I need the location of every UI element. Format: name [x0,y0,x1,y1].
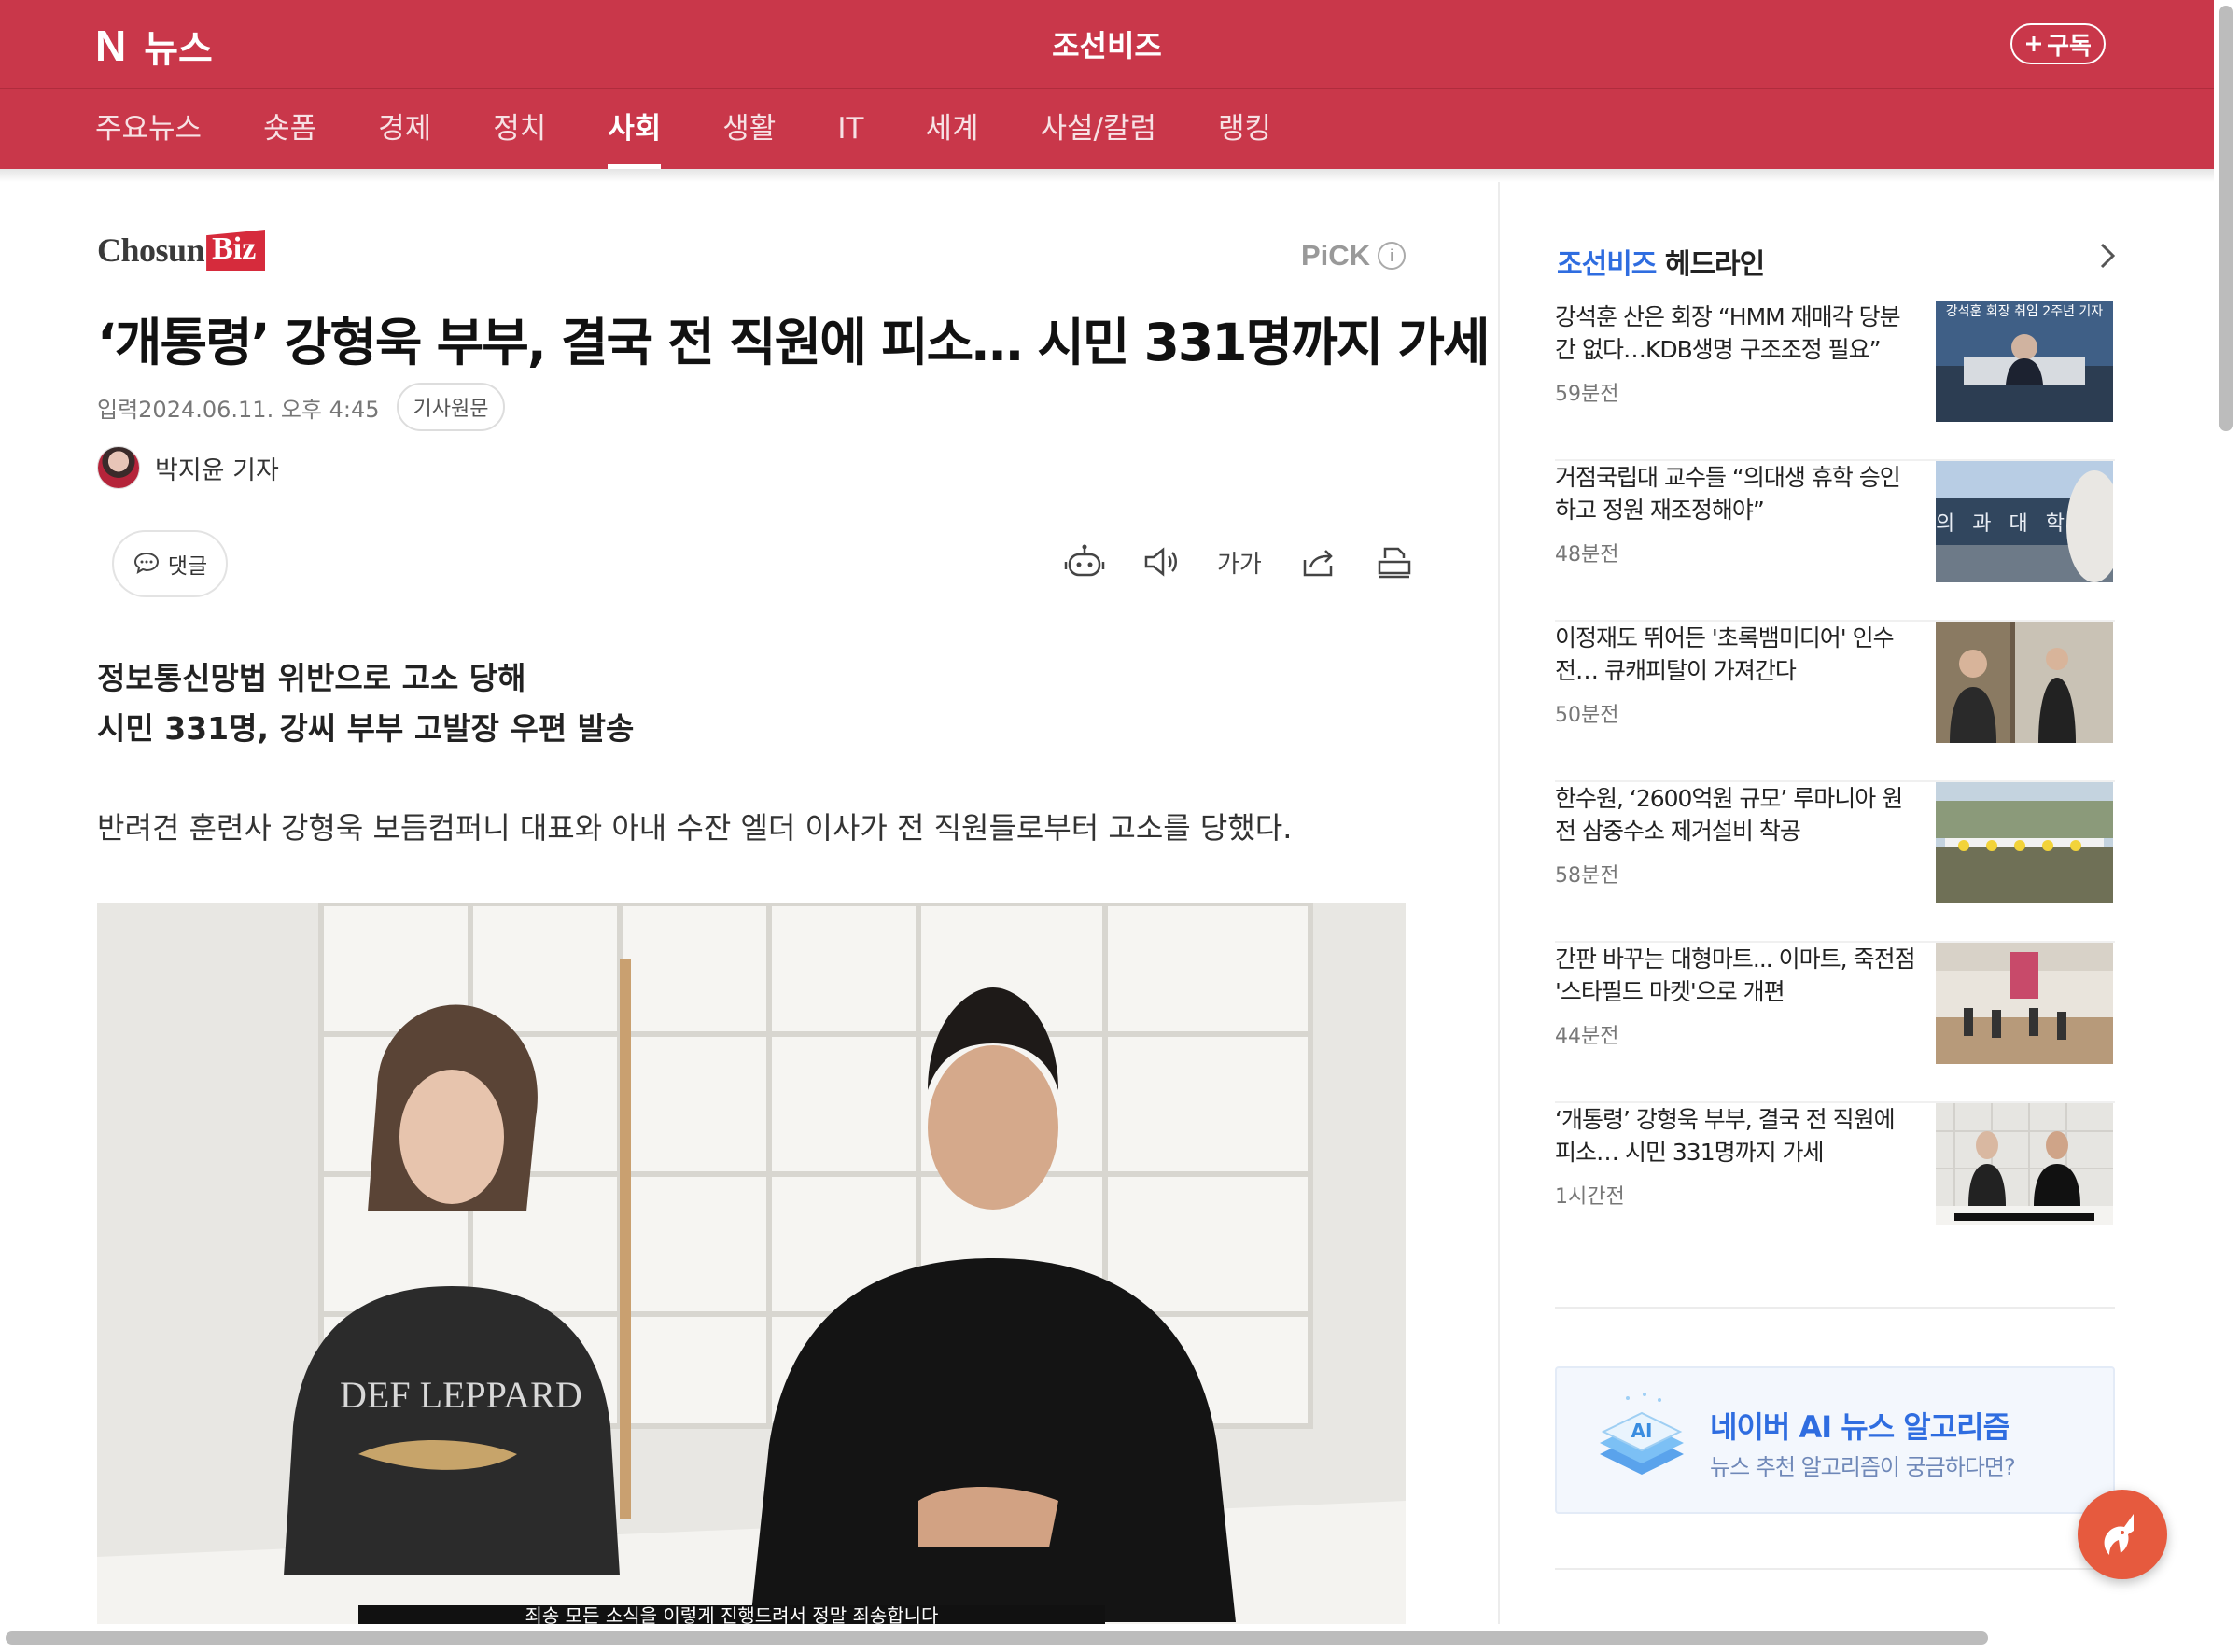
ai-badge-text: AI [1631,1420,1653,1442]
sidebar-divider [1555,1568,2115,1570]
subscribe-label: 구독 [2047,32,2092,61]
info-icon[interactable]: i [1378,242,1407,270]
nav-item-world[interactable]: 세계 [925,89,978,169]
thumbnail-caption: 강석훈 회장 취임 2주년 기자 [1946,304,2104,319]
headline-thumbnail: 강석훈 회장 취임 2주년 기자 [1936,301,2113,422]
article-headline: ‘개통령’ 강형욱 부부, 결국 전 직원에 피소… 시민 331명까지 가세 [97,313,1491,372]
article-photo: DEF LEPPARD 죄송 모든 소식을 이렇게 진행드려서 정말 죄송합니다 [97,903,1406,1624]
ai-banner-title: 네이버 AI 뉴스 알고리즘 [1710,1409,2010,1445]
comment-button[interactable]: 댓글 [112,530,228,597]
headline-thumbnail: 의 과 대 학 [1936,461,2113,582]
headline-item[interactable]: ‘개통령’ 강형욱 부부, 결국 전 직원에 피소… 시민 331명까지 가세 … [1555,1103,2115,1264]
nav-item-main[interactable]: 주요뉴스 [95,89,202,169]
article-subheading: 정보통신망법 위반으로 고소 당해 시민 331명, 강씨 부부 고발장 우편 … [97,653,634,754]
headline-time: 50분전 [1555,704,1619,727]
headline-item[interactable]: 간판 바꾸는 대형마트... 이마트, 죽전점 '스타필드 마켓'으로 개편 4… [1555,943,2115,1103]
headline-item[interactable]: 거점국립대 교수들 “의대생 휴학 승인하고 정원 재조정해야” 48분전 의 … [1555,461,2115,622]
unicorn-icon [2104,1514,2134,1555]
original-article-button[interactable]: 기사원문 [396,383,506,431]
headline-title: 강석훈 산은 회장 “HMM 재매각 당분간 없다…KDB생명 구조조정 필요” [1555,303,1901,363]
headline-time: 59분전 [1555,383,1619,406]
header-shadow [0,169,2214,182]
vertical-scrollbar[interactable] [2219,6,2233,431]
headline-item[interactable]: 이정재도 뛰어든 '초록뱀미디어' 인수전… 큐캐피탈이 가져간다 50분전 [1555,622,2115,782]
logo-chosun-text: Chosun [97,231,205,269]
headline-title: 이정재도 뛰어든 '초록뱀미디어' 인수전… 큐캐피탈이 가져간다 [1555,624,1895,684]
naver-news-logo[interactable]: N 뉴스 [95,19,213,73]
headline-item[interactable]: 강석훈 산은 회장 “HMM 재매각 당분간 없다…KDB생명 구조조정 필요”… [1555,301,2115,461]
nav-item-it[interactable]: IT [837,89,863,169]
subhead-line-2: 시민 331명, 강씨 부부 고발장 우편 발송 [97,710,635,747]
headline-thumbnail [1936,1103,2113,1225]
plus-icon [2026,36,2042,51]
nav-item-economy[interactable]: 경제 [378,89,431,169]
subscribe-button[interactable]: 구독 [2010,23,2106,64]
thumbnail-caption: 의 과 대 학 [1936,512,2070,536]
reporter-info[interactable]: 박지윤 기자 [97,446,279,489]
chevron-right-icon[interactable] [2096,239,2119,276]
horizontal-scrollbar[interactable] [6,1631,1988,1645]
headline-title: 한수원, ‘2600억원 규모’ 루마니아 원전 삼중수소 제거설비 착공 [1555,785,1903,845]
print-icon[interactable] [1374,541,1415,582]
nav-item-society[interactable]: 사회 [608,89,662,169]
sidebar-press-name: 조선비즈 [1557,248,1657,281]
headline-thumbnail [1936,622,2113,743]
logo-biz-text: Biz [206,230,266,271]
nav-item-politics[interactable]: 정치 [493,89,546,169]
headline-title: ‘개통령’ 강형욱 부부, 결국 전 직원에 피소… 시민 331명까지 가세 [1555,1106,1896,1166]
column-divider [1498,182,1500,1624]
headline-thumbnail [1936,943,2113,1064]
avatar [97,446,140,489]
ai-cube-icon: AI [1600,1393,1684,1475]
ai-banner-subtitle: 뉴스 추천 알고리즘이 궁금하다면? [1710,1454,2016,1480]
headline-time: 58분전 [1555,864,1619,888]
ai-algorithm-banner[interactable]: AI 네이버 AI 뉴스 알고리즘 뉴스 추천 알고리즘이 궁금하다면? [1555,1366,2115,1514]
nav-item-ranking[interactable]: 랭킹 [1218,89,1271,169]
share-icon[interactable] [1297,541,1338,582]
nav-item-life[interactable]: 생활 [722,89,776,169]
article-toolbar: 가가 [1064,541,1415,582]
headline-title: 간판 바꾸는 대형마트... 이마트, 죽전점 '스타필드 마켓'으로 개편 [1555,945,1916,1005]
sidebar-title[interactable]: 조선비즈 헤드라인 [1557,241,1765,282]
press-logo[interactable]: Chosun Biz [97,230,266,271]
comment-label: 댓글 [167,554,208,579]
floating-unicorn-button[interactable] [2078,1490,2167,1579]
category-nav: 주요뉴스 숏폼 경제 정치 사회 생활 IT 세계 사설/칼럼 랭킹 [0,89,2214,169]
headline-item[interactable]: 한수원, ‘2600억원 규모’ 루마니아 원전 삼중수소 제거설비 착공 58… [1555,782,2115,943]
subhead-line-1: 정보통신망법 위반으로 고소 당해 [97,660,526,696]
naver-n-logo: N [95,21,126,70]
publish-date: 입력2024.06.11. 오후 4:45 [97,396,380,423]
photo-shirt-text: DEF LEPPARD [340,1374,582,1416]
font-size-button[interactable]: 가가 [1217,541,1262,582]
article-meta: 입력2024.06.11. 오후 4:45 기사원문 [97,383,506,431]
pick-badge[interactable]: PiCK i [1301,239,1407,273]
headline-time: 1시간전 [1555,1185,1625,1209]
press-name[interactable]: 조선비즈 [1014,22,1200,65]
sidebar-title-label: 헤드라인 [1664,248,1765,281]
speaker-icon[interactable] [1141,541,1182,582]
ai-summary-robot-icon[interactable] [1064,541,1105,582]
photo-caption: 죄송 모든 소식을 이렇게 진행드려서 정말 죄송합니다 [525,1604,939,1624]
news-label: 뉴스 [144,28,213,71]
headline-time: 48분전 [1555,543,1619,567]
headline-thumbnail [1936,782,2113,903]
sidebar-divider [1555,1307,2115,1309]
reporter-name: 박지윤 기자 [155,455,279,485]
nav-item-shortform[interactable]: 숏폼 [263,89,316,169]
top-header: N 뉴스 조선비즈 구독 [0,0,2214,89]
nav-item-opinion[interactable]: 사설/칼럼 [1040,89,1156,169]
article-lede: 반려견 훈련사 강형욱 보듬컴퍼니 대표와 아내 수잔 엘더 이사가 전 직원들… [97,810,1293,846]
pick-label: PiCK [1301,239,1371,272]
headline-title: 거점국립대 교수들 “의대생 휴학 승인하고 정원 재조정해야” [1555,464,1901,524]
headline-time: 44분전 [1555,1025,1619,1048]
speech-bubble-icon [133,552,159,575]
